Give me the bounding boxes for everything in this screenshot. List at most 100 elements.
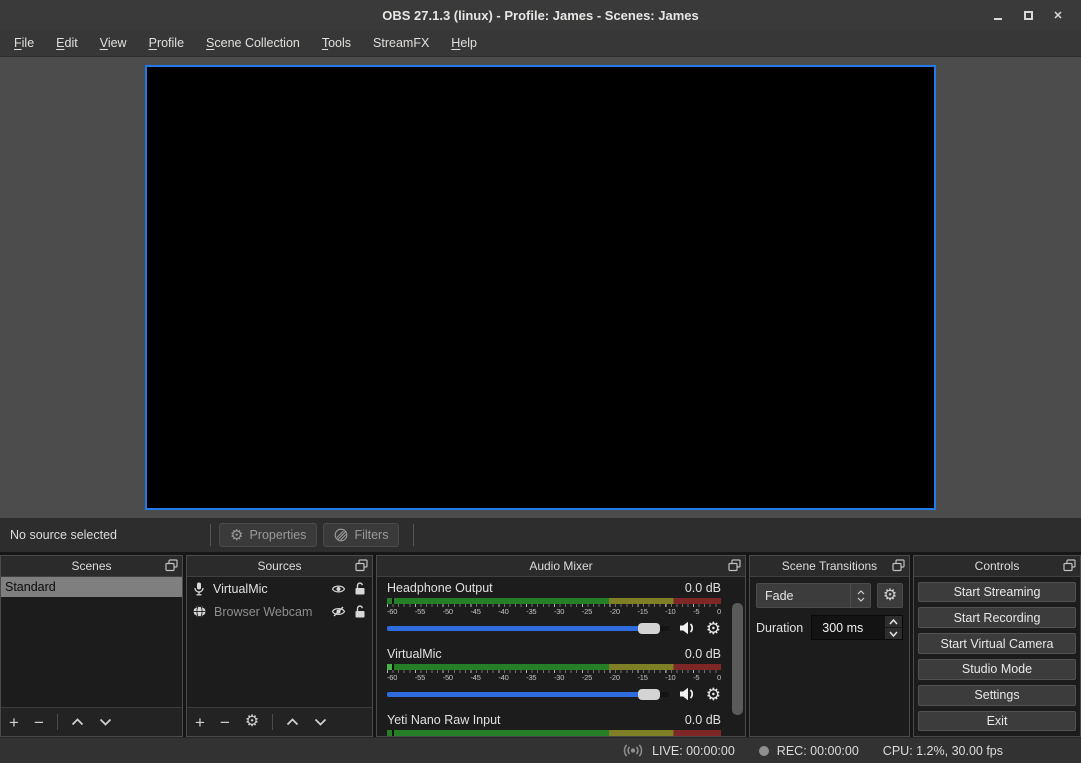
window-title: OBS 27.1.3 (linux) - Profile: James - Sc…	[382, 8, 698, 23]
transition-properties-button[interactable]: ⚙	[877, 583, 903, 608]
move-scene-up-button[interactable]	[71, 718, 84, 726]
preview-canvas[interactable]	[145, 65, 936, 510]
titlebar: OBS 27.1.3 (linux) - Profile: James - Sc…	[0, 0, 1081, 30]
volume-meter	[387, 664, 721, 670]
mixer-yeti-nano: Yeti Nano Raw Input 0.0 dB -60-55-50-45-…	[387, 713, 721, 736]
duration-decrement-button[interactable]	[885, 627, 902, 639]
controls-panel: Controls Start Streaming Start Recording…	[913, 555, 1081, 737]
menu-view[interactable]: View	[89, 30, 138, 57]
minimize-button[interactable]	[983, 0, 1013, 30]
speaker-icon[interactable]	[679, 687, 696, 701]
visibility-eye-slash-icon[interactable]	[331, 606, 346, 617]
menu-tools[interactable]: Tools	[311, 30, 362, 57]
mixer-name: Headphone Output	[387, 581, 493, 598]
filters-button[interactable]: Filters	[323, 523, 399, 547]
duration-label: Duration	[756, 621, 803, 635]
scene-transitions-header: Scene Transitions	[750, 556, 909, 577]
add-source-button[interactable]: +	[195, 714, 205, 731]
transition-select[interactable]: Fade	[756, 583, 871, 608]
studio-mode-button[interactable]: Studio Mode	[918, 659, 1076, 680]
select-spinner-icon[interactable]	[850, 584, 870, 607]
meter-tick-labels: -60-55-50-45-40-35-30-25-20-15-10-50	[387, 607, 721, 616]
toolbar-divider	[57, 714, 58, 730]
live-time: LIVE: 00:00:00	[652, 744, 735, 758]
mixer-gear-icon[interactable]: ⚙	[706, 686, 721, 703]
window-controls: ✕	[983, 0, 1073, 30]
remove-scene-button[interactable]: −	[34, 714, 44, 731]
preview-area	[0, 57, 1081, 518]
scenes-header: Scenes	[1, 556, 182, 577]
properties-label: Properties	[249, 528, 306, 542]
gear-icon: ⚙	[230, 528, 243, 543]
mixer-headphone-output: Headphone Output 0.0 dB -60-55-50-45-40-…	[387, 581, 721, 637]
close-icon: ✕	[1053, 9, 1062, 22]
menu-streamfx[interactable]: StreamFX	[362, 30, 440, 57]
lock-open-icon[interactable]	[354, 582, 366, 595]
move-scene-down-button[interactable]	[99, 718, 112, 726]
menu-help[interactable]: Help	[440, 30, 488, 57]
source-item-virtualmic[interactable]: VirtualMic	[187, 577, 372, 600]
statusbar: LIVE: 00:00:00 REC: 00:00:00 CPU: 1.2%, …	[0, 737, 1081, 763]
scenes-panel: Scenes Standard + −	[0, 555, 183, 737]
popout-icon[interactable]	[1063, 559, 1076, 572]
close-button[interactable]: ✕	[1043, 0, 1073, 30]
duration-spinbox[interactable]: 300 ms	[811, 615, 903, 640]
microphone-icon	[193, 582, 205, 596]
duration-increment-button[interactable]	[885, 616, 902, 627]
popout-icon[interactable]	[892, 559, 905, 572]
sources-list: VirtualMic	[187, 577, 372, 707]
start-virtual-camera-button[interactable]: Start Virtual Camera	[918, 633, 1076, 654]
menu-file[interactable]: File	[3, 30, 45, 57]
speaker-icon[interactable]	[679, 621, 696, 635]
start-recording-button[interactable]: Start Recording	[918, 607, 1076, 628]
move-source-down-button[interactable]	[314, 718, 327, 726]
visibility-eye-icon[interactable]	[331, 584, 346, 594]
lock-open-icon[interactable]	[354, 605, 366, 618]
mixer-name: VirtualMic	[387, 647, 442, 664]
properties-button[interactable]: ⚙ Properties	[219, 523, 317, 547]
rec-time: REC: 00:00:00	[777, 744, 859, 758]
move-source-up-button[interactable]	[286, 718, 299, 726]
menu-profile[interactable]: Profile	[138, 30, 195, 57]
source-label: VirtualMic	[213, 582, 323, 596]
toolbar-divider	[210, 524, 211, 546]
add-scene-button[interactable]: +	[9, 714, 19, 731]
start-streaming-button[interactable]: Start Streaming	[918, 582, 1076, 603]
menu-scene-collection[interactable]: Scene Collection	[195, 30, 311, 57]
popout-icon[interactable]	[355, 559, 368, 572]
sources-header: Sources	[187, 556, 372, 577]
source-properties-gear-icon[interactable]: ⚙	[245, 714, 259, 730]
volume-slider-handle[interactable]	[638, 689, 660, 700]
volume-meter	[387, 730, 721, 736]
source-item-browser-webcam[interactable]: Browser Webcam	[187, 600, 372, 623]
cpu-fps-stats: CPU: 1.2%, 30.00 fps	[883, 744, 1003, 758]
audio-mixer-header: Audio Mixer	[377, 556, 745, 577]
exit-button[interactable]: Exit	[918, 711, 1076, 732]
minimize-icon	[994, 18, 1002, 20]
toolbar-divider	[413, 524, 414, 546]
maximize-button[interactable]	[1013, 0, 1043, 30]
sources-toolbar: + − ⚙	[187, 707, 372, 736]
remove-source-button[interactable]: −	[220, 714, 230, 731]
mixer-name: Yeti Nano Raw Input	[387, 713, 501, 730]
scenes-list: Standard	[1, 577, 182, 707]
controls-body: Start Streaming Start Recording Start Vi…	[914, 577, 1080, 736]
popout-icon[interactable]	[165, 559, 178, 572]
meter-tick-labels: -60-55-50-45-40-35-30-25-20-15-10-50	[387, 673, 721, 682]
volume-slider[interactable]	[387, 626, 669, 631]
settings-button[interactable]: Settings	[918, 685, 1076, 706]
scene-transitions-title: Scene Transitions	[782, 559, 877, 573]
sources-panel: Sources	[186, 555, 373, 737]
mixer-db-value: 0.0 dB	[685, 647, 721, 664]
record-dot-icon	[759, 746, 769, 756]
mixer-scrollbar[interactable]	[732, 603, 743, 715]
obs-window: OBS 27.1.3 (linux) - Profile: James - Sc…	[0, 0, 1081, 763]
scene-item-standard[interactable]: Standard	[1, 577, 182, 597]
volume-slider-handle[interactable]	[638, 623, 660, 634]
menu-edit[interactable]: Edit	[45, 30, 89, 57]
mixer-gear-icon[interactable]: ⚙	[706, 620, 721, 637]
volume-slider[interactable]	[387, 692, 669, 697]
mixer-virtualmic: VirtualMic 0.0 dB -60-55-50-45-40-35-30-…	[387, 647, 721, 703]
popout-icon[interactable]	[728, 559, 741, 572]
no-source-selected-label: No source selected	[10, 528, 202, 542]
